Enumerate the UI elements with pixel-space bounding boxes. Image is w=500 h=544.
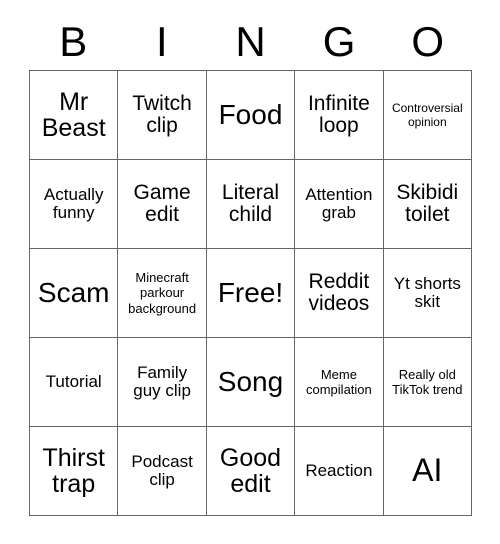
bingo-cell-label: Minecraft parkour background [128, 270, 197, 316]
bingo-cell-label: Literal child [221, 180, 280, 226]
bingo-cell-r1c5[interactable]: Controversial opinion [383, 71, 472, 160]
bingo-cell-label: Yt shorts skit [393, 273, 461, 311]
bingo-cell-label: Really old TikTok trend [392, 366, 463, 397]
bingo-cell-r3c2[interactable]: Minecraft parkour background [118, 249, 207, 338]
bingo-cell-r5c1[interactable]: Thirst trap [30, 427, 119, 516]
bingo-cell-label: AI [412, 452, 443, 489]
bingo-cell-r2c4[interactable]: Attention grab [295, 160, 384, 249]
bingo-cell-r2c3[interactable]: Literal child [206, 160, 296, 249]
bingo-cell-label: Twitch clip [132, 91, 192, 137]
bingo-cell-r5c4[interactable]: Reaction [295, 427, 384, 516]
bingo-header-letter-g: G [322, 18, 356, 65]
bingo-cell-label: Attention grab [305, 184, 373, 222]
bingo-cell-r4c2[interactable]: Family guy clip [118, 338, 207, 427]
bingo-cell-r4c5[interactable]: Really old TikTok trend [383, 338, 472, 427]
bingo-cell-label: Controversial opinion [391, 100, 463, 129]
bingo-cell-label: Free! [217, 277, 284, 309]
bingo-cell-label: Scam [37, 277, 110, 309]
bingo-cell-label: Infinite loop [307, 91, 370, 137]
bingo-cell-label: Skibidi toilet [396, 180, 459, 226]
bingo-cell-r5c5[interactable]: AI [383, 427, 472, 516]
bingo-cell-r2c1[interactable]: Actually funny [30, 160, 119, 249]
bingo-cell-r3c1[interactable]: Scam [30, 249, 119, 338]
bingo-cell-r5c3[interactable]: Good edit [206, 427, 296, 516]
bingo-cell-r1c2[interactable]: Twitch clip [118, 71, 207, 160]
bingo-cell-label: Meme compilation [306, 366, 372, 397]
bingo-header-row: B I N G O [29, 14, 472, 70]
bingo-cell-label: Game edit [133, 180, 191, 226]
bingo-cell-label: Actually funny [43, 184, 104, 222]
bingo-cell-label: Food [218, 99, 283, 131]
bingo-cell-r3c5[interactable]: Yt shorts skit [383, 249, 472, 338]
bingo-cell-r4c3[interactable]: Song [206, 338, 296, 427]
bingo-cell-r3c4[interactable]: Reddit videos [295, 249, 384, 338]
bingo-cell-r3c3[interactable]: Free! [206, 249, 296, 338]
bingo-cell-label: Reddit videos [308, 269, 370, 315]
bingo-cell-label: Reaction [305, 460, 373, 480]
bingo-cell-r1c1[interactable]: Mr Beast [30, 71, 119, 160]
bingo-cell-r5c2[interactable]: Podcast clip [118, 427, 207, 516]
bingo-cell-label: Thirst trap [42, 443, 105, 498]
bingo-cell-r1c3[interactable]: Food [206, 71, 296, 160]
bingo-card: B I N G O Mr Beast Twitch clip Food Infinit… [29, 14, 472, 516]
bingo-header-letter-n: N [235, 18, 266, 65]
bingo-header-letter-b: B [59, 18, 88, 65]
bingo-grid: Mr Beast Twitch clip Food Infinite loop Cont… [29, 70, 472, 516]
bingo-cell-label: Tutorial [45, 371, 102, 391]
bingo-cell-label: Good edit [219, 443, 282, 498]
bingo-cell-label: Mr Beast [41, 87, 106, 142]
bingo-cell-r2c5[interactable]: Skibidi toilet [383, 160, 472, 249]
bingo-cell-label: Family guy clip [133, 362, 191, 400]
bingo-cell-r4c4[interactable]: Meme compilation [295, 338, 384, 427]
bingo-header-letter-i: I [156, 18, 168, 65]
bingo-cell-label: Song [217, 366, 284, 398]
bingo-cell-r4c1[interactable]: Tutorial [30, 338, 119, 427]
bingo-cell-r1c4[interactable]: Infinite loop [295, 71, 384, 160]
bingo-cell-r2c2[interactable]: Game edit [118, 160, 207, 249]
bingo-cell-label: Podcast clip [131, 451, 193, 489]
bingo-header-letter-o: O [411, 18, 445, 65]
